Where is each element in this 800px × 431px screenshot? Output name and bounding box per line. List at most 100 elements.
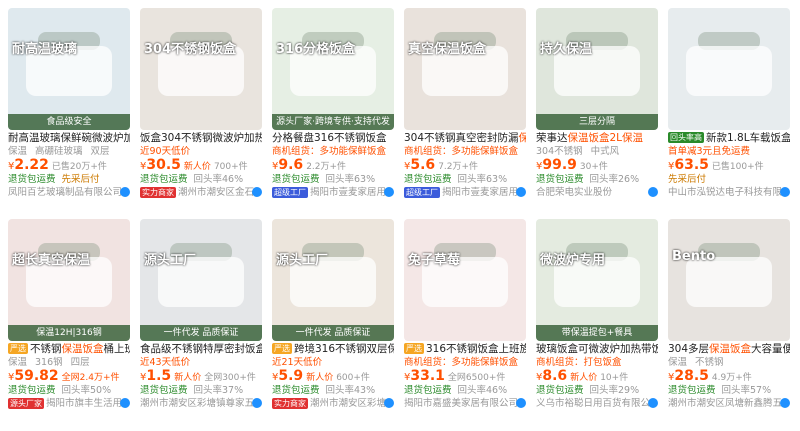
price-value: 59.82 bbox=[14, 369, 59, 384]
product-tag: 回头率高 bbox=[668, 132, 704, 143]
shop-row[interactable]: 义乌市裕聪日用百货有限公 bbox=[536, 397, 658, 410]
product-image[interactable]: 真空保温饭盒 bbox=[404, 8, 526, 130]
shop-name[interactable]: 潮州市潮安区彩塘 bbox=[310, 398, 386, 409]
product-card[interactable]: 源头工厂一件代发 品质保证食品级不锈钢特厚密封饭盒保近43天低价¥1.5新人价全… bbox=[140, 219, 262, 431]
product-card[interactable]: 兔子草莓 严选 316不锈钢饭盒上班族 商机组货：多功能保鲜饭盒 ¥33.1 全网6500… bbox=[404, 219, 526, 431]
product-image[interactable]: 316分格饭盒 源头厂家·跨境专供·支持代发 bbox=[272, 8, 394, 130]
shop-name[interactable]: 潮州市潮安区金石 bbox=[178, 187, 254, 198]
product-title[interactable]: 饭盒304不锈钢微波炉加热 bbox=[140, 132, 262, 145]
title-text: 新款1.8L车载饭盒免 bbox=[706, 132, 790, 144]
shop-row[interactable]: 合肥荣电实业股份 bbox=[536, 186, 658, 199]
price-row: ¥99.9 30+件 bbox=[536, 158, 658, 173]
product-title[interactable]: 304不锈钢真空密封防漏保 bbox=[404, 132, 526, 145]
shop-row[interactable]: 凤阳百艺玻璃制品有限公司 bbox=[8, 186, 130, 199]
image-headline: 316分格饭盒 bbox=[276, 42, 356, 57]
shop-name[interactable]: 揭阳市嘉盛美家居有限公司 bbox=[404, 398, 518, 409]
product-image[interactable]: 持久保温 三层分隔 bbox=[536, 8, 658, 130]
product-title[interactable]: 严选 跨境316不锈钢双层保 bbox=[272, 343, 394, 356]
price-row: ¥2.22 已售20万+件 bbox=[8, 158, 130, 173]
price-value: 28.5 bbox=[674, 369, 709, 384]
price-note: 新人价 bbox=[183, 162, 211, 172]
shop-row[interactable]: 超级工厂 揭阳市壹麦家居用 bbox=[404, 186, 526, 199]
shop-row[interactable]: 实力商家 潮州市潮安区彩塘 bbox=[272, 397, 394, 410]
product-image[interactable]: 微波炉专用 带保温提包+餐具 bbox=[536, 219, 658, 341]
shop-name[interactable]: 合肥荣电实业股份 bbox=[536, 187, 612, 198]
shop-name[interactable]: 义乌市裕聪日用百货有限公 bbox=[536, 398, 650, 409]
chat-icon[interactable] bbox=[648, 187, 658, 197]
product-title[interactable]: 严选 不锈钢保温饭盒桶上班 bbox=[8, 343, 130, 356]
product-card[interactable]: 源头工厂 一件代发 品质保证 严选 跨境316不锈钢双层保 近21天低价 ¥5.9 新人价 6… bbox=[272, 219, 394, 431]
price-note: 全网2.4万+件 bbox=[61, 373, 120, 383]
price-row: ¥5.9 新人价 600+件 bbox=[272, 369, 394, 384]
shop-name[interactable]: 揭阳市壹麦家居用 bbox=[310, 187, 386, 198]
product-image[interactable]: 源头工厂 一件代发 品质保证 bbox=[272, 219, 394, 341]
price-value: 99.9 bbox=[542, 158, 577, 173]
chat-icon[interactable] bbox=[384, 398, 394, 408]
price-value: 5.6 bbox=[410, 158, 436, 173]
product-title[interactable]: 严选 316不锈钢饭盒上班族 bbox=[404, 343, 526, 356]
shop-row[interactable]: 中山市泓锐达电子科技有限 bbox=[668, 186, 790, 199]
chat-icon[interactable] bbox=[384, 187, 394, 197]
shop-name[interactable]: 潮州市潮安区凤塘新鑫腾五 bbox=[668, 398, 782, 409]
image-subline: 保温12H|316钢 bbox=[8, 325, 130, 341]
promo-line: 近43天低价 bbox=[140, 357, 191, 368]
chat-icon[interactable] bbox=[516, 398, 526, 408]
shop-row[interactable]: 源头厂家 揭阳市旗丰生活用 bbox=[8, 397, 130, 410]
product-card[interactable]: 微波炉专用 带保温提包+餐具 玻璃饭盒可微波炉加热带饭 商机组货：打包饭盒 ¥8.6 新人… bbox=[536, 219, 658, 431]
shop-name[interactable]: 揭阳市旗丰生活用 bbox=[46, 398, 122, 409]
product-title[interactable]: 耐高温玻璃保鲜碗微波炉加 bbox=[8, 132, 130, 145]
product-card[interactable]: 真空保温饭盒 304不锈钢真空密封防漏保 商机组货：多功能保鲜饭盒 ¥5.6 7.2万+… bbox=[404, 8, 526, 220]
chat-icon[interactable] bbox=[120, 398, 130, 408]
product-image[interactable]: Bento bbox=[668, 219, 790, 341]
shop-row[interactable]: 实力商家 潮州市潮安区金石 bbox=[140, 186, 262, 199]
product-image[interactable]: 兔子草莓 bbox=[404, 219, 526, 341]
product-title[interactable]: 分格餐盘316不锈钢饭盒 bbox=[272, 132, 394, 145]
image-subline: 带保温提包+餐具 bbox=[536, 325, 658, 341]
product-card[interactable]: 回头率高新款1.8L车载饭盒免首单减3元且免运费¥63.5已售100+件先采后付… bbox=[668, 8, 790, 220]
product-title[interactable]: 食品级不锈钢特厚密封饭盒保 bbox=[140, 343, 262, 356]
chat-icon[interactable] bbox=[648, 398, 658, 408]
chat-icon[interactable] bbox=[780, 187, 790, 197]
service-row: 先采后付 bbox=[668, 173, 790, 186]
product-card[interactable]: 耐高温玻璃 食品级安全 耐高温玻璃保鲜碗微波炉加 保温 高硼硅玻璃 双层 ¥2.22 已售20… bbox=[8, 8, 130, 220]
chat-icon[interactable] bbox=[252, 398, 262, 408]
product-card[interactable]: 316分格饭盒 源头厂家·跨境专供·支持代发分格餐盘316不锈钢饭盒 商机组货：多功… bbox=[272, 8, 394, 220]
product-attributes: 304不锈钢 中式风 bbox=[536, 145, 658, 158]
product-card[interactable]: 持久保温 三层分隔 荣事达保温饭盒2L保温 304不锈钢 中式风 ¥99.9 30+件 退货包… bbox=[536, 8, 658, 220]
service-note: 先采后付 bbox=[61, 174, 100, 185]
attribute: 双层 bbox=[90, 146, 110, 157]
product-image[interactable]: 304不锈钢饭盒 bbox=[140, 8, 262, 130]
return-policy: 退货包运费 bbox=[140, 385, 188, 396]
product-title[interactable]: 荣事达保温饭盒2L保温 bbox=[536, 132, 658, 145]
chat-icon[interactable] bbox=[516, 187, 526, 197]
product-title[interactable]: 回头率高新款1.8L车载饭盒免 bbox=[668, 132, 790, 145]
chat-icon[interactable] bbox=[252, 187, 262, 197]
service-note: 先采后付 bbox=[668, 174, 707, 185]
product-image[interactable] bbox=[668, 8, 790, 130]
chat-icon[interactable] bbox=[120, 187, 130, 197]
product-card[interactable]: 304不锈钢饭盒 饭盒304不锈钢微波炉加热 近90天低价 ¥30.5 新人价 700+件… bbox=[140, 8, 262, 220]
shop-badge: 超级工厂 bbox=[272, 187, 308, 198]
price-row: ¥30.5 新人价 700+件 bbox=[140, 158, 262, 173]
product-title[interactable]: 304多层保温饭盒大容量便 bbox=[668, 343, 790, 356]
product-image[interactable]: 超长真空保温 保温12H|316钢 bbox=[8, 219, 130, 341]
image-headline: 耐高温玻璃 bbox=[12, 42, 78, 57]
shop-name[interactable]: 中山市泓锐达电子科技有限 bbox=[668, 187, 782, 198]
promo-line: 商机组货：多功能保鲜饭盒 bbox=[272, 146, 387, 157]
shop-row[interactable]: 揭阳市嘉盛美家居有限公司 bbox=[404, 397, 526, 410]
shop-name[interactable]: 潮州市潮安区彩塘镇尊家五 bbox=[140, 398, 254, 409]
product-card[interactable]: Bento 304多层保温饭盒大容量便 保温 不锈钢 ¥28.5 4.9万+件 退货包运费回… bbox=[668, 219, 790, 431]
shop-badge: 实力商家 bbox=[140, 187, 176, 198]
shop-row[interactable]: 超级工厂 揭阳市壹麦家居用 bbox=[272, 186, 394, 199]
shop-name[interactable]: 揭阳市壹麦家居用 bbox=[442, 187, 518, 198]
chat-icon[interactable] bbox=[780, 398, 790, 408]
price-value: 5.9 bbox=[278, 369, 304, 384]
shop-row[interactable]: 潮州市潮安区彩塘镇尊家五 bbox=[140, 397, 262, 410]
sales-count: 600+件 bbox=[336, 373, 370, 383]
shop-row[interactable]: 潮州市潮安区凤塘新鑫腾五 bbox=[668, 397, 790, 410]
product-image[interactable]: 耐高温玻璃 食品级安全 bbox=[8, 8, 130, 130]
product-title[interactable]: 玻璃饭盒可微波炉加热带饭 bbox=[536, 343, 658, 356]
shop-name[interactable]: 凤阳百艺玻璃制品有限公司 bbox=[8, 187, 122, 198]
product-card[interactable]: 超长真空保温 保温12H|316钢 严选 不锈钢保温饭盒桶上班 保温 316钢 四层 ¥59.… bbox=[8, 219, 130, 431]
product-image[interactable]: 源头工厂 一件代发 品质保证 bbox=[140, 219, 262, 341]
